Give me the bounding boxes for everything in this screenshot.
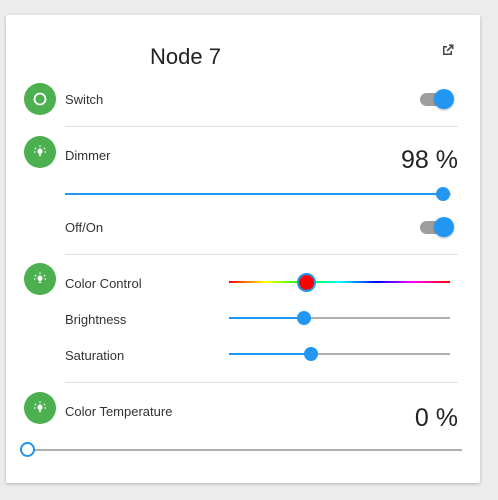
bulb-icon xyxy=(34,272,46,283)
external-link-icon[interactable] xyxy=(440,42,456,58)
dimmer-toggle[interactable] xyxy=(420,217,456,237)
dimmer-label: Dimmer xyxy=(65,148,111,163)
dimmer-toggle-label: Off/On xyxy=(65,220,104,235)
card-title: Node 7 xyxy=(150,44,221,69)
temperature-slider-thumb[interactable] xyxy=(20,442,35,457)
color-badge xyxy=(24,263,56,295)
dimmer-slider-thumb[interactable] xyxy=(436,187,451,201)
temperature-badge xyxy=(24,392,56,424)
bulb-icon xyxy=(34,145,46,156)
saturation-slider-thumb[interactable] xyxy=(303,347,318,361)
color-control-thumb[interactable] xyxy=(297,273,317,292)
saturation-slider[interactable] xyxy=(229,344,450,364)
brightness-slider-thumb[interactable] xyxy=(297,311,312,325)
divider xyxy=(65,382,458,383)
saturation-label: Saturation xyxy=(65,348,125,363)
switch-toggle[interactable] xyxy=(420,89,456,109)
temperature-label: Color Temperature xyxy=(65,404,173,419)
divider xyxy=(65,126,458,127)
switch-label: Switch xyxy=(65,92,104,107)
temperature-value: 0 % xyxy=(414,404,458,432)
brightness-slider[interactable] xyxy=(229,308,450,328)
temperature-slider[interactable] xyxy=(20,440,462,460)
divider xyxy=(65,254,458,255)
dimmer-badge xyxy=(24,136,56,168)
power-circle-icon xyxy=(33,92,47,106)
dimmer-value: 98 % xyxy=(401,146,458,174)
dimmer-slider[interactable] xyxy=(65,184,451,204)
bulb-icon xyxy=(34,401,46,412)
color-control-slider[interactable] xyxy=(229,272,450,292)
switch-badge xyxy=(24,83,56,115)
color-control-label: Color Control xyxy=(65,276,142,291)
brightness-label: Brightness xyxy=(65,312,127,327)
